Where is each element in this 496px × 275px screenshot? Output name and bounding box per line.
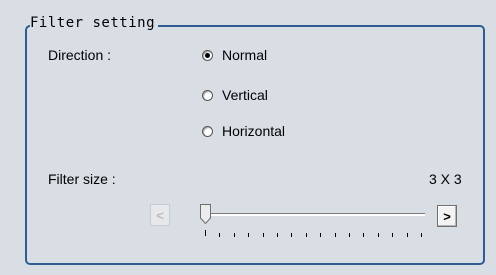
slider-tick (320, 233, 322, 237)
filter-setting-panel: Filter setting Direction : Normal Vertic… (0, 0, 496, 275)
slider-tick (334, 233, 336, 237)
filter-size-slider-track[interactable] (203, 213, 425, 216)
slider-tick (305, 233, 307, 237)
filter-size-label: Filter size : (48, 171, 116, 187)
slider-tick (219, 233, 221, 237)
slider-tick (363, 233, 365, 237)
slider-tick (233, 233, 235, 237)
direction-label: Direction : (48, 47, 112, 63)
radio-horizontal-indicator[interactable] (202, 125, 213, 137)
radio-horizontal[interactable]: Horizontal (202, 122, 285, 140)
slider-tick (277, 233, 278, 237)
slider-tick (349, 233, 350, 237)
group-title: Filter setting (30, 13, 159, 33)
radio-normal-label: Normal (222, 47, 268, 63)
slider-tick (248, 233, 250, 237)
slider-tick (392, 233, 394, 237)
slider-tick (205, 230, 206, 236)
slider-tick (377, 233, 379, 237)
radio-normal[interactable]: Normal (202, 46, 267, 64)
radio-normal-indicator[interactable] (202, 49, 213, 61)
slider-tick (421, 233, 422, 237)
radio-vertical-indicator[interactable] (202, 89, 213, 101)
radio-horizontal-label: Horizontal (222, 123, 286, 139)
increase-button[interactable]: > (437, 205, 457, 227)
decrease-button[interactable]: < (150, 204, 170, 226)
filter-size-value: 3 X 3 (429, 171, 462, 187)
radio-vertical-label: Vertical (222, 87, 268, 103)
slider-tick (262, 233, 264, 237)
slider-thumb[interactable] (200, 204, 211, 224)
slider-tick (406, 233, 408, 237)
slider-tick (291, 233, 293, 237)
radio-vertical[interactable]: Vertical (202, 86, 268, 104)
